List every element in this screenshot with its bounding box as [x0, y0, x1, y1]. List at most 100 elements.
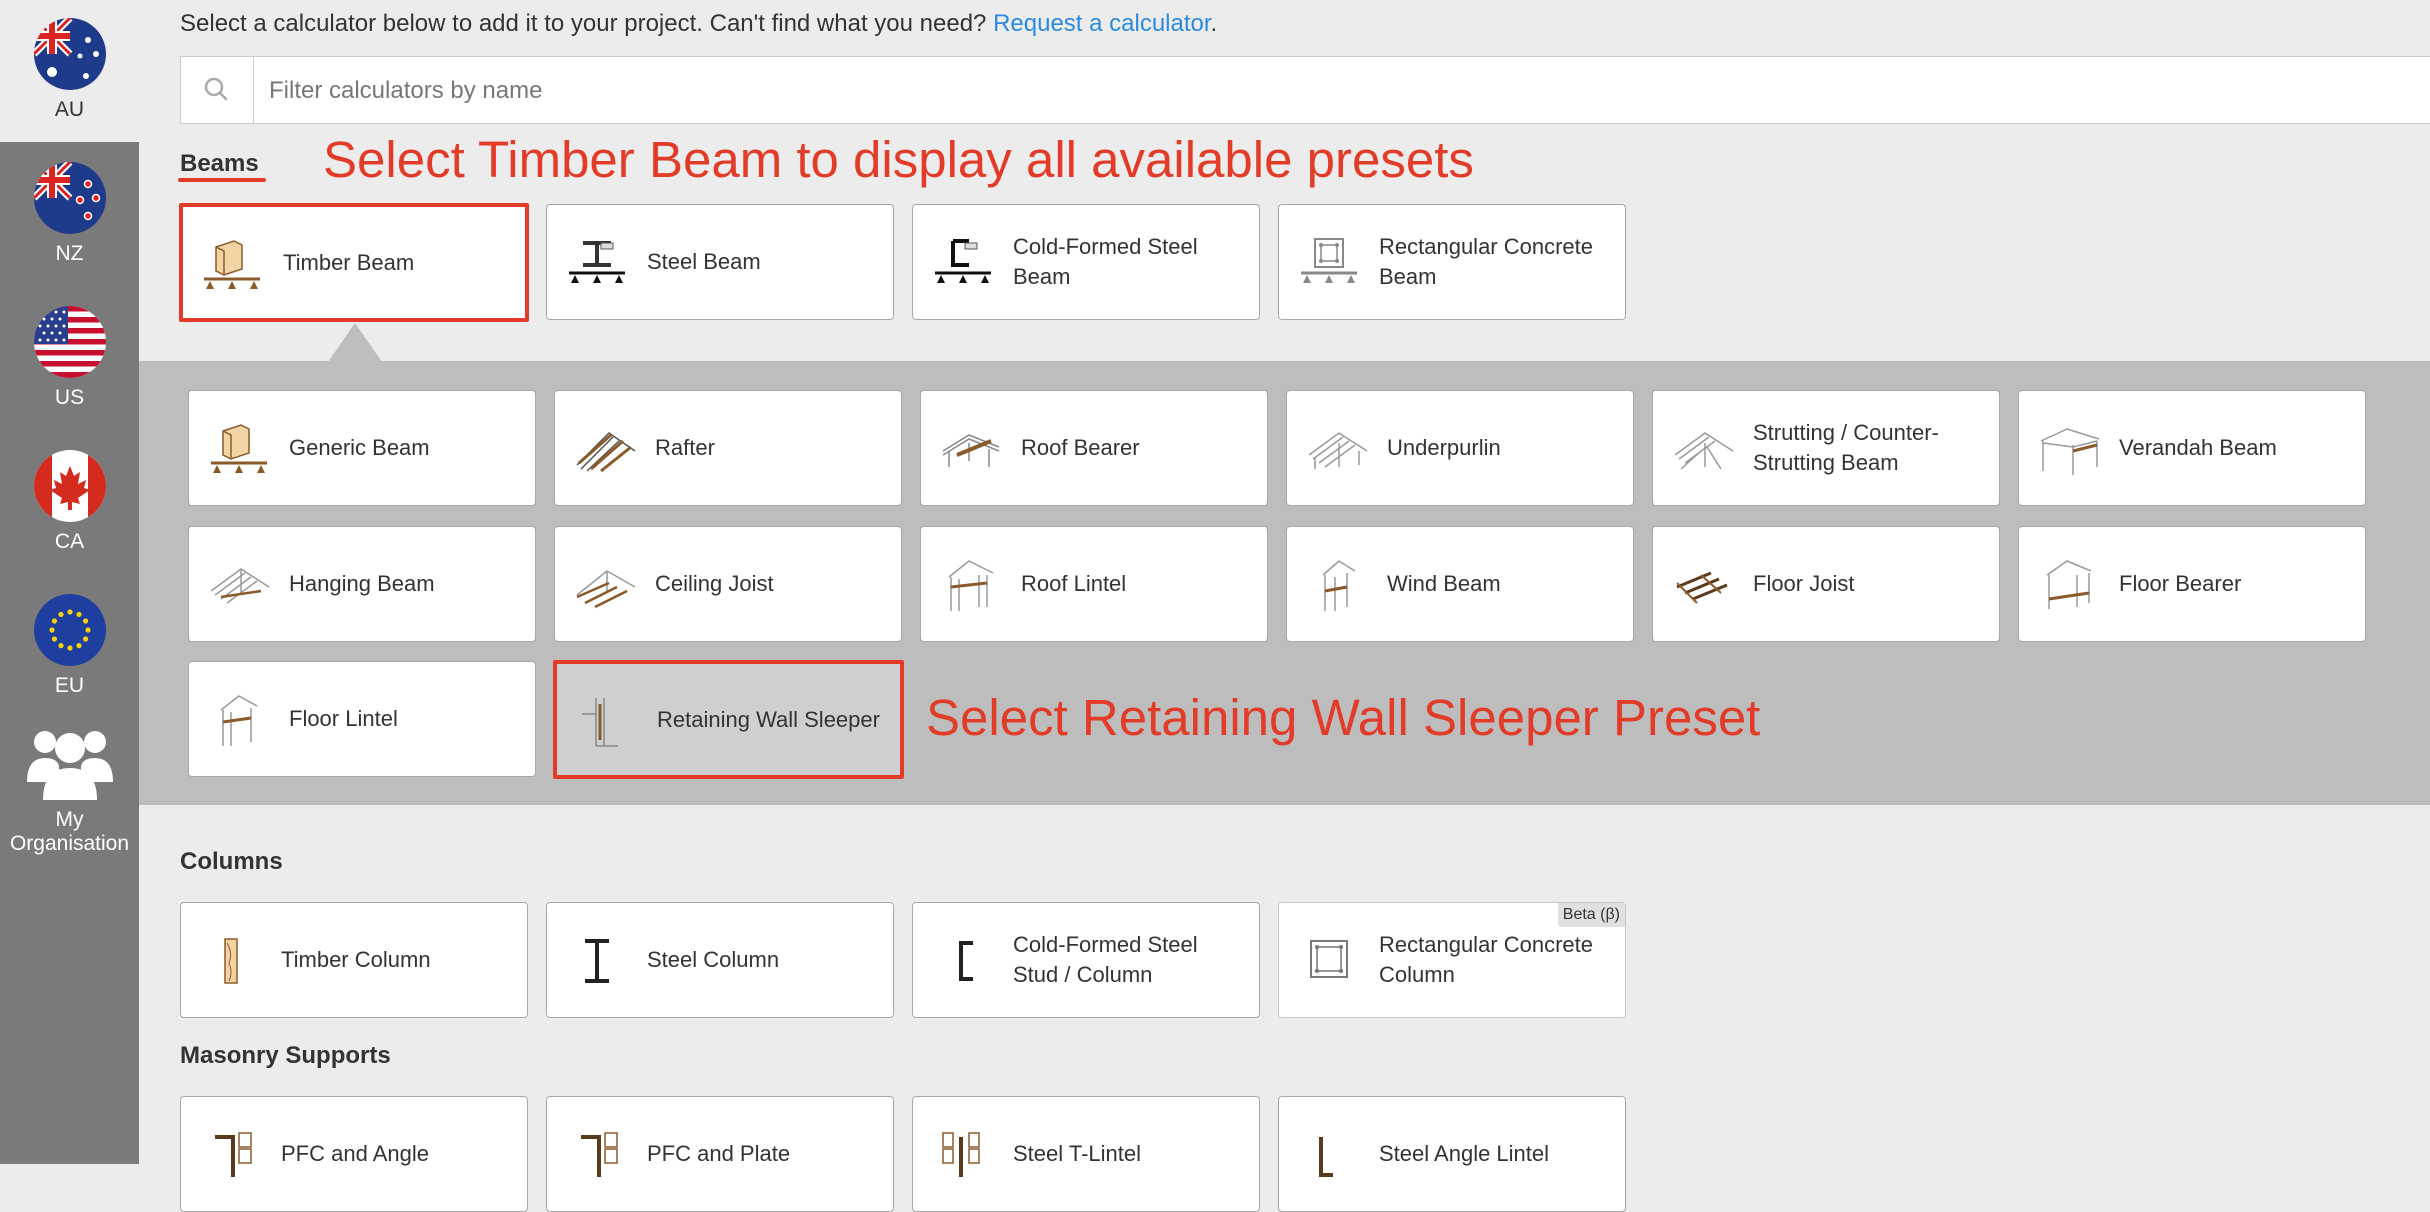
card-timber-column[interactable]: Timber Column	[180, 902, 528, 1018]
preset-floor-bearer[interactable]: Floor Bearer	[2018, 526, 2366, 642]
pfc-angle-icon	[199, 1127, 263, 1183]
preset-underpurlin[interactable]: Underpurlin	[1286, 390, 1634, 506]
intro-message: Select a calculator below to add it to y…	[180, 10, 987, 37]
card-label: PFC and Plate	[647, 1141, 791, 1166]
preset-wind-beam[interactable]: Wind Beam	[1286, 526, 1634, 642]
ceiling-joist-icon	[573, 557, 637, 613]
card-steel-t-lintel[interactable]: Steel T-Lintel	[912, 1096, 1260, 1212]
card-steel-angle-lintel[interactable]: Steel Angle Lintel	[1278, 1096, 1626, 1212]
concrete-column-icon	[1297, 933, 1361, 989]
region-ca[interactable]: CA	[0, 450, 139, 554]
preset-verandah-beam[interactable]: Verandah Beam	[2018, 390, 2366, 506]
preset-strutting-beam[interactable]: Strutting / Counter-Strutting Beam	[1652, 390, 2000, 506]
columns-heading: Columns	[180, 848, 283, 875]
card-steel-beam[interactable]: Steel Beam	[546, 204, 894, 320]
floor-bearer-icon	[2037, 557, 2101, 613]
card-label: Verandah Beam	[2119, 435, 2277, 460]
my-organisation-label: My Organisation	[9, 808, 130, 855]
intro-text: Select a calculator below to add it to y…	[180, 10, 1217, 38]
hanging-beam-icon	[207, 557, 271, 613]
card-label: Wind Beam	[1387, 571, 1501, 596]
card-label: Ceiling Joist	[655, 571, 774, 596]
eu-flag-icon	[33, 594, 106, 666]
card-label: Strutting / Counter-Strutting Beam	[1753, 420, 1939, 475]
preset-generic-beam[interactable]: Generic Beam	[188, 390, 536, 506]
masonry-heading: Masonry Supports	[180, 1042, 391, 1069]
card-label: Timber Column	[281, 947, 431, 972]
steel-beam-icon	[565, 235, 629, 291]
search-bar	[180, 56, 2430, 125]
card-label: Steel Angle Lintel	[1379, 1141, 1550, 1166]
calculator-filter-input[interactable]	[267, 57, 2271, 125]
card-label: Cold-Formed Steel Beam	[1013, 234, 1198, 289]
card-pfc-and-angle[interactable]: PFC and Angle	[180, 1096, 528, 1212]
card-timber-beam[interactable]: Timber Beam	[179, 203, 529, 322]
region-label-ca: CA	[54, 530, 85, 553]
card-label: PFC and Angle	[281, 1141, 429, 1166]
pfc-plate-icon	[565, 1127, 629, 1183]
generic-beam-icon	[207, 421, 271, 477]
region-label-nz: NZ	[55, 242, 84, 265]
region-nz[interactable]: NZ	[0, 162, 139, 266]
timber-column-icon	[199, 933, 263, 989]
beams-underline-annotation	[178, 178, 266, 182]
steel-angle-lintel-icon	[1297, 1127, 1361, 1183]
card-label: Floor Lintel	[289, 706, 398, 731]
region-label-au: AU	[54, 98, 85, 121]
card-steel-column[interactable]: Steel Column	[546, 902, 894, 1018]
card-label: Timber Beam	[283, 249, 415, 275]
card-label: Steel Beam	[647, 249, 761, 274]
region-sidebar: AU NZ US CA EU My Organisation	[0, 0, 139, 1164]
wind-beam-icon	[1305, 557, 1369, 613]
verandah-beam-icon	[2037, 421, 2101, 477]
card-cold-formed-steel-beam[interactable]: Cold-Formed Steel Beam	[912, 204, 1260, 320]
region-au[interactable]: AU	[0, 18, 139, 122]
annotation-timber-beam: Select Timber Beam to display all availa…	[323, 131, 1474, 188]
preset-retaining-wall-sleeper[interactable]: Retaining Wall Sleeper	[553, 660, 904, 779]
preset-roof-bearer[interactable]: Roof Bearer	[920, 390, 1268, 506]
card-label: Rectangular Concrete Beam	[1379, 234, 1594, 289]
region-us[interactable]: US	[0, 306, 139, 410]
roof-bearer-icon	[939, 421, 1003, 477]
floor-lintel-icon	[207, 692, 271, 748]
annotation-retaining-wall-sleeper: Select Retaining Wall Sleeper Preset	[926, 689, 1761, 746]
card-rectangular-concrete-column[interactable]: Beta (β) Rectangular Concrete Column	[1278, 902, 1626, 1018]
card-label: Floor Joist	[1753, 571, 1855, 596]
preset-floor-lintel[interactable]: Floor Lintel	[188, 661, 536, 777]
card-pfc-and-plate[interactable]: PFC and Plate	[546, 1096, 894, 1212]
underpurlin-icon	[1305, 421, 1369, 477]
us-flag-icon	[33, 306, 106, 378]
preset-ceiling-joist[interactable]: Ceiling Joist	[554, 526, 902, 642]
steel-t-lintel-icon	[931, 1127, 995, 1183]
card-rectangular-concrete-beam[interactable]: Rectangular Concrete Beam	[1278, 204, 1626, 320]
card-label: Floor Bearer	[2119, 571, 2242, 596]
preset-pointer	[328, 323, 382, 362]
steel-column-icon	[565, 933, 629, 989]
timber-beam-icon	[200, 237, 264, 293]
search-icon	[181, 57, 254, 123]
region-label-us: US	[54, 386, 85, 409]
card-label: Steel T-Lintel	[1013, 1141, 1142, 1166]
floor-joist-icon	[1671, 557, 1735, 613]
preset-rafter[interactable]: Rafter	[554, 390, 902, 506]
card-label: Roof Lintel	[1021, 571, 1127, 596]
preset-roof-lintel[interactable]: Roof Lintel	[920, 526, 1268, 642]
retaining-wall-sleeper-icon	[574, 694, 638, 750]
cold-formed-steel-beam-icon	[931, 235, 995, 291]
card-label: Roof Bearer	[1021, 435, 1140, 460]
card-cold-formed-stud[interactable]: Cold-Formed Steel Stud / Column	[912, 902, 1260, 1018]
card-label: Retaining Wall Sleeper	[657, 706, 880, 732]
users-icon	[26, 722, 113, 800]
card-label: Steel Column	[647, 947, 780, 972]
preset-hanging-beam[interactable]: Hanging Beam	[188, 526, 536, 642]
au-flag-icon	[33, 18, 106, 90]
card-label: Cold-Formed Steel Stud / Column	[1013, 932, 1198, 987]
my-organisation-link[interactable]: My Organisation	[0, 722, 139, 856]
region-eu[interactable]: EU	[0, 594, 139, 698]
concrete-beam-icon	[1297, 235, 1361, 291]
request-calculator-link[interactable]: Request a calculator	[993, 10, 1210, 37]
card-label: Underpurlin	[1387, 435, 1501, 460]
strutting-beam-icon	[1671, 421, 1735, 477]
preset-floor-joist[interactable]: Floor Joist	[1652, 526, 2000, 642]
beams-heading: Beams	[180, 150, 259, 177]
